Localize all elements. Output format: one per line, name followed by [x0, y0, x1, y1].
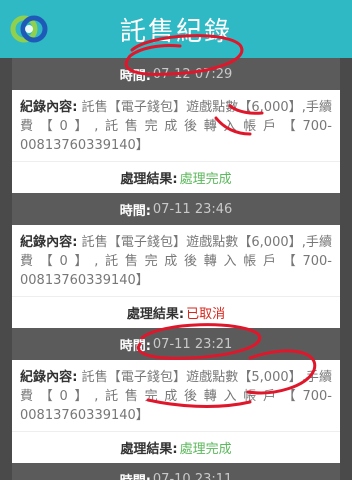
content-label: 紀錄內容: [20, 370, 78, 385]
record-time: 07-11 23:21 [152, 336, 233, 352]
record-time: 07-12 07:29 [152, 66, 233, 82]
content-label: 紀錄內容: [20, 100, 78, 115]
record-result: 處理結果: 處理完成 [12, 161, 340, 193]
record-result: 處理結果: 處理完成 [12, 431, 340, 463]
time-label: 時間: [119, 68, 151, 84]
record-card: 時間: 07-11 23:21 紀錄內容: 託售【電子錢包】遊戲點數【5,000… [12, 328, 340, 463]
record-result-value: 處理完成 [179, 442, 232, 457]
record-result-value: 已取消 [186, 307, 226, 322]
result-label: 處理結果: [120, 172, 178, 187]
app-screen: 託售紀錄 時間: 07-12 07:29 紀錄內容: 託售【電子錢包】遊戲點數【… [0, 0, 352, 480]
record-time: 07-10 23:11 [152, 471, 233, 480]
result-label: 處理結果: [126, 307, 185, 322]
page-title: 託售紀錄 [119, 16, 232, 47]
result-label: 處理結果: [120, 442, 178, 457]
record-card: 時間: 07-12 07:29 紀錄內容: 託售【電子錢包】遊戲點數【6,000… [12, 58, 340, 193]
header-bar: 託售紀錄 [0, 0, 352, 58]
time-label: 時間: [120, 470, 151, 480]
record-time: 07-11 23:46 [152, 201, 233, 217]
record-content: 紀錄內容: 託售【電子錢包】遊戲點數【6,000】,手續費【0】,託售完成後轉入… [12, 90, 340, 161]
record-list[interactable]: 時間: 07-12 07:29 紀錄內容: 託售【電子錢包】遊戲點數【6,000… [12, 58, 340, 480]
record-content: 紀錄內容: 託售【電子錢包】遊戲點數【5,000】,手續費【0】,託售完成後轉入… [12, 360, 340, 431]
record-content: 紀錄內容: 託售【電子錢包】遊戲點數【6,000】,手續費【0】,託售完成後轉入… [12, 225, 340, 296]
record-card: 時間: 07-11 23:46 紀錄內容: 託售【電子錢包】遊戲點數【6,000… [12, 193, 340, 328]
record-result-value: 處理完成 [179, 172, 232, 187]
record-result: 處理結果: 已取消 [12, 296, 340, 328]
content-label: 紀錄內容: [20, 235, 78, 250]
app-logo-icon[interactable] [10, 10, 48, 48]
time-label: 時間: [119, 203, 151, 219]
record-time-bar: 時間: 07-11 23:21 [12, 328, 340, 360]
record-time-bar: 時間: 07-12 07:29 [12, 58, 340, 90]
time-label: 時間: [119, 338, 151, 354]
record-time-bar: 時間: 07-10 23:11 [12, 463, 340, 480]
record-card: 時間: 07-10 23:11 [12, 463, 340, 480]
record-time-bar: 時間: 07-11 23:46 [12, 193, 340, 225]
